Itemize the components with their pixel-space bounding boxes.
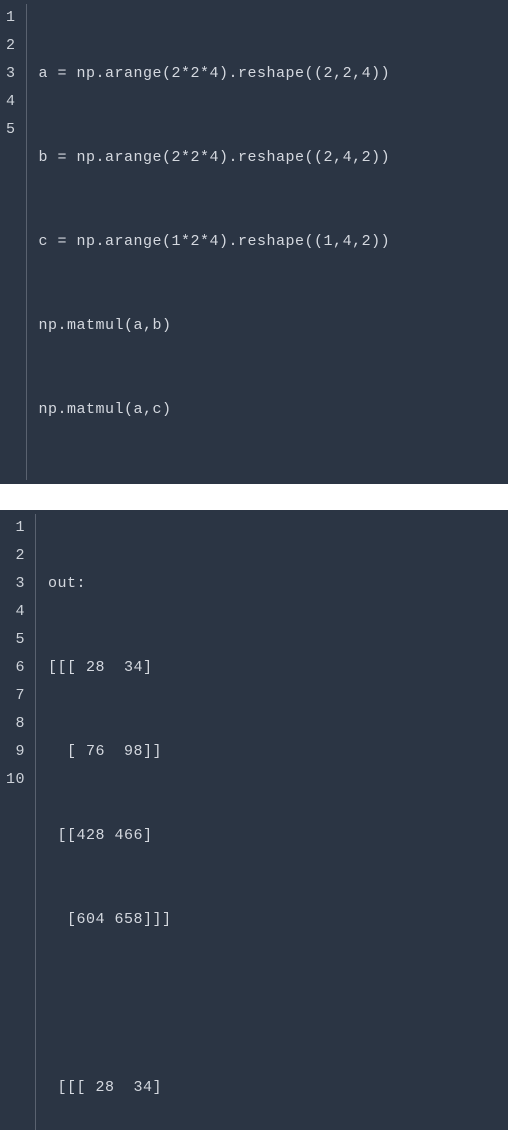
line-number: 10 [6,766,25,794]
code-content: a = np.arange(2*2*4).reshape((2,2,4)) b … [27,4,508,480]
line-number: 9 [6,738,25,766]
code-line: np.matmul(a,c) [39,396,508,424]
code-block-output: 1 2 3 4 5 6 7 8 9 10 out: [[[ 28 34] [ 7… [0,510,508,1130]
line-number: 4 [6,598,25,626]
line-number: 6 [6,654,25,682]
line-number: 2 [6,542,25,570]
line-number: 2 [6,32,16,60]
code-line [48,990,508,1018]
code-line: [[428 466] [48,822,508,850]
code-line: out: [48,570,508,598]
code-content: out: [[[ 28 34] [ 76 98]] [[428 466] [60… [36,514,508,1130]
line-number: 5 [6,626,25,654]
code-line: c = np.arange(1*2*4).reshape((1,4,2)) [39,228,508,256]
code-line: [[[ 28 34] [48,654,508,682]
line-number-gutter: 1 2 3 4 5 [0,4,27,480]
code-block-input: 1 2 3 4 5 a = np.arange(2*2*4).reshape((… [0,0,508,484]
code-line: [[[ 28 34] [48,1074,508,1102]
line-number: 8 [6,710,25,738]
line-number: 4 [6,88,16,116]
line-number: 7 [6,682,25,710]
line-number: 3 [6,570,25,598]
code-line: [ 76 98]] [48,738,508,766]
line-number: 1 [6,514,25,542]
code-line: np.matmul(a,b) [39,312,508,340]
code-line: b = np.arange(2*2*4).reshape((2,4,2)) [39,144,508,172]
line-number: 5 [6,116,16,144]
code-line: a = np.arange(2*2*4).reshape((2,2,4)) [39,60,508,88]
line-number: 1 [6,4,16,32]
line-number: 3 [6,60,16,88]
code-line: [604 658]]] [48,906,508,934]
line-number-gutter: 1 2 3 4 5 6 7 8 9 10 [0,514,36,1130]
block-gap [0,484,508,510]
